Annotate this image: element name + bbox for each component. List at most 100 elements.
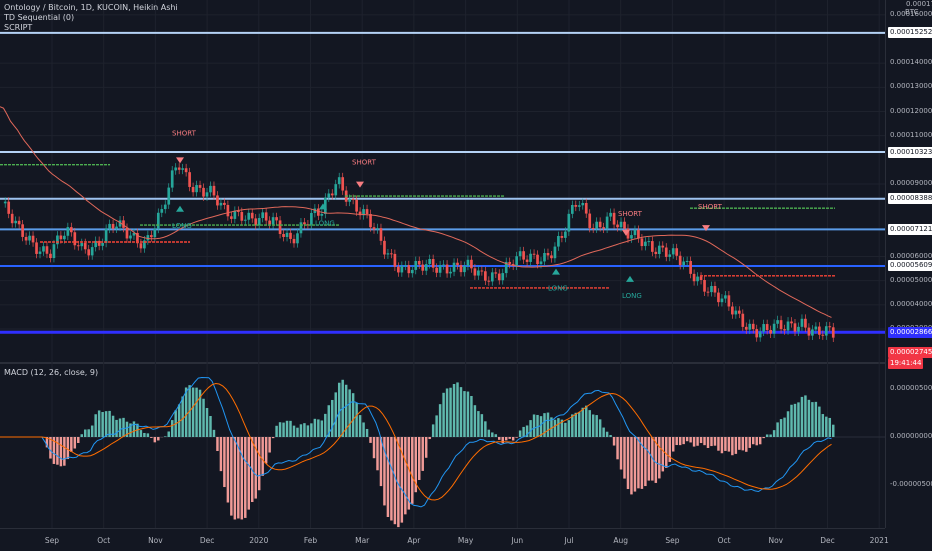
macd-histogram-bar <box>435 415 437 437</box>
time-axis[interactable] <box>0 528 885 551</box>
macd-histogram-bar <box>519 430 521 437</box>
candle-body <box>327 193 330 197</box>
candle-body <box>477 271 480 276</box>
macd-histogram-bar <box>808 400 810 437</box>
candle-body <box>735 311 738 315</box>
macd-histogram-bar <box>721 437 723 453</box>
macd-histogram-bar <box>787 411 789 437</box>
macd-histogram-bar <box>634 437 636 492</box>
macd-histogram-bar <box>675 437 677 445</box>
macd-histogram-bar <box>609 435 611 437</box>
macd-histogram-bar <box>783 418 785 437</box>
macd-histogram-bar <box>762 437 764 438</box>
macd-histogram-bar <box>606 432 608 437</box>
level-price-tag[interactable]: 0.00010323 <box>888 147 932 158</box>
candle-body <box>296 233 299 243</box>
candle-body <box>648 241 651 242</box>
candle-body <box>209 186 212 192</box>
macd-histogram-bar <box>488 430 490 437</box>
macd-histogram-bar <box>286 421 288 437</box>
candle-body <box>578 205 581 207</box>
candle-body <box>581 203 584 205</box>
macd-histogram-bar <box>380 437 382 486</box>
macd-histogram-bar <box>825 417 827 437</box>
candle-body <box>442 265 445 266</box>
candle-body <box>815 327 818 330</box>
candle-body <box>282 234 285 237</box>
candle-body <box>185 168 188 172</box>
short-signal-label: SHORT <box>618 210 643 218</box>
macd-histogram-bar <box>314 419 316 437</box>
candle-body <box>70 227 73 232</box>
long-signal-label: LONG <box>315 219 335 227</box>
candle-body <box>804 319 807 328</box>
macd-histogram-bar <box>181 396 183 437</box>
chart-legend: Ontology / Bitcoin, 1D, KUCOIN, Heikin A… <box>4 3 178 33</box>
macd-histogram-bar <box>234 437 236 519</box>
time-tick-label: 2021 <box>870 536 889 545</box>
candle-body <box>828 326 831 327</box>
candle-body <box>700 277 703 280</box>
macd-histogram-bar <box>432 424 434 437</box>
candle-body <box>202 188 205 197</box>
macd-histogram-bar <box>620 437 622 470</box>
macd-histogram-bar <box>421 437 423 471</box>
candle-body <box>609 213 612 217</box>
candle-body <box>87 249 90 255</box>
candle-body <box>101 243 104 246</box>
macd-histogram-bar <box>658 437 660 478</box>
candle-body <box>289 233 292 239</box>
candle-body <box>554 247 557 259</box>
candle-body <box>140 243 143 248</box>
symbol-title[interactable]: Ontology / Bitcoin, 1D, KUCOIN, Heikin A… <box>4 3 178 13</box>
macd-histogram-bar <box>282 423 284 437</box>
level-price-tag[interactable]: 0.00007121 <box>888 224 932 235</box>
candle-body <box>602 227 605 228</box>
macd-histogram-bar <box>738 437 740 450</box>
candle-body <box>293 239 296 243</box>
macd-histogram-bar <box>693 437 695 447</box>
macd-histogram-bar <box>495 434 497 437</box>
time-tick-label: Apr <box>407 536 420 545</box>
macd-histogram-bar <box>679 437 681 445</box>
macd-histogram-bar <box>769 434 771 437</box>
candle-body <box>741 314 744 327</box>
candle-body <box>300 222 303 233</box>
macd-histogram-bar <box>508 437 510 439</box>
script-legend[interactable]: SCRIPT <box>4 23 178 33</box>
candle-body <box>738 311 741 314</box>
macd-histogram-bar <box>773 430 775 437</box>
time-tick-label: Mar <box>355 536 369 545</box>
time-tick-label: Sep <box>665 536 679 545</box>
macd-histogram-bar <box>564 423 566 437</box>
candle-body <box>613 213 616 225</box>
macd-histogram-bar <box>700 437 702 443</box>
candle-body <box>213 186 216 196</box>
level-price-tag[interactable]: 0.00002866 <box>888 327 932 338</box>
macd-histogram-bar <box>373 437 375 458</box>
macd-histogram-bar <box>296 428 298 437</box>
macd-histogram-bar <box>595 415 597 437</box>
candle-body <box>160 209 163 213</box>
candle-body <box>693 274 696 281</box>
candle-body <box>258 218 261 225</box>
candle-body <box>439 265 442 273</box>
macd-histogram-bar <box>467 392 469 437</box>
long-signal-label: LONG <box>548 285 568 293</box>
level-price-tag[interactable]: 0.00015252 <box>888 27 932 38</box>
macd-histogram-bar <box>56 437 58 465</box>
candle-body <box>4 202 7 204</box>
current-price-tag[interactable]: 0.00002745 <box>888 347 932 358</box>
macd-histogram-bar <box>585 406 587 437</box>
td-sequential-legend[interactable]: TD Sequential (0) <box>4 13 178 23</box>
level-price-tag[interactable]: 0.00008388 <box>888 193 932 204</box>
long-signal-arrow <box>176 206 184 212</box>
macd-histogram-bar <box>575 413 577 437</box>
level-price-tag[interactable]: 0.00005609 <box>888 260 932 271</box>
candle-body <box>759 332 762 338</box>
candle-body <box>787 322 790 331</box>
macd-histogram-bar <box>505 437 507 440</box>
macd-histogram-bar <box>578 412 580 437</box>
macd-legend[interactable]: MACD (12, 26, close, 9) <box>4 368 98 378</box>
macd-histogram-bar <box>481 414 483 437</box>
